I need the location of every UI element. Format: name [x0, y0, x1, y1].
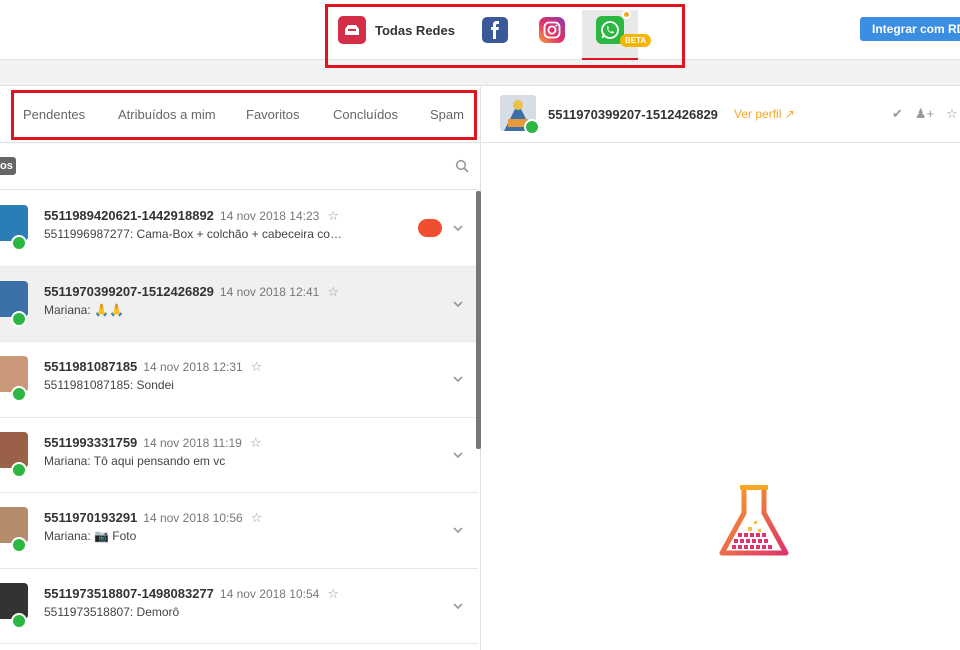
search-icon[interactable] [455, 159, 469, 173]
whatsapp-badge-icon [11, 461, 27, 478]
conversation-time: 14 nov 2018 11:19 [143, 435, 242, 450]
conversation-name: 5511973518807-1498083277 14 nov 2018 10:5… [44, 586, 339, 602]
last-message: Mariana: Tô aqui pensando em vc [44, 453, 226, 468]
conversation-time: 14 nov 2018 12:41 [219, 284, 320, 299]
instagram-icon [539, 17, 565, 43]
star-icon[interactable]: ☆ [327, 284, 339, 299]
whatsapp-badge-icon [11, 386, 27, 402]
conversation-row[interactable]: 5511973518807-1498083277 14 nov 2018 10:5… [0, 568, 478, 644]
conversation-title: 5511993331759 [44, 434, 138, 450]
check-icon[interactable]: ✔ [892, 106, 903, 122]
conversation-row[interactable]: 5511970399207-1512426829 14 nov 2018 12:4… [0, 266, 478, 342]
conversation-list: 5511989420621-1442918892 14 nov 2018 14:2… [0, 191, 478, 650]
star-icon[interactable]: ☆ [251, 359, 263, 374]
conversation-name: 5511981087185 14 nov 2018 12:31 ☆ [44, 359, 262, 375]
conversation-row[interactable]: 5511989420621-1442918892 14 nov 2018 14:2… [0, 191, 478, 267]
unread-indicator [418, 219, 442, 237]
last-message: Mariana: 📷 Foto [44, 529, 137, 543]
last-message: 5511973518807: Demorô [44, 604, 180, 619]
conversation-title: 5511970399207-1512426829 [44, 283, 214, 299]
star-icon[interactable]: ☆ [327, 208, 339, 223]
whatsapp-badge-icon [524, 119, 540, 135]
list-scrollbar[interactable] [476, 191, 481, 449]
top-bar: Todas Redes BETA Integrar com RD [0, 0, 960, 68]
instagram-tab[interactable] [539, 14, 565, 46]
filter-chip[interactable]: os [0, 157, 16, 175]
star-icon[interactable]: ☆ [327, 586, 339, 601]
tab-atribuidos[interactable]: Atribuídos a mim [118, 107, 216, 122]
all-networks-label: Todas Redes [375, 22, 455, 38]
conversation-header: 5511970399207-1512426829 Ver perfil ↗ ✔ … [482, 87, 960, 143]
conversation-name: 5511970193291 14 nov 2018 10:56 ☆ [44, 510, 262, 526]
chevron-down-icon[interactable] [452, 298, 464, 310]
integrate-rd-button[interactable]: Integrar com RD [860, 17, 960, 41]
chevron-down-icon[interactable] [452, 222, 464, 234]
view-profile-link[interactable]: Ver perfil ↗ [734, 107, 795, 121]
inbox-icon [338, 16, 366, 44]
chevron-down-icon[interactable] [452, 449, 464, 461]
tab-favoritos[interactable]: Favoritos [246, 107, 299, 122]
star-icon[interactable]: ☆ [250, 435, 262, 450]
conversation-time: 14 nov 2018 10:54 [219, 586, 320, 601]
conversation-time: 14 nov 2018 10:56 [143, 511, 243, 525]
last-message: 5511981087185: Sondei [44, 378, 174, 392]
chevron-down-icon[interactable] [452, 524, 464, 536]
tab-pendentes[interactable]: Pendentes [23, 107, 85, 122]
conversation-row[interactable]: 5511970193291 14 nov 2018 10:56 ☆ Mariana: … [0, 493, 478, 569]
conversation-row[interactable]: 5511993331759 14 nov 2018 11:19 ☆ Mariana: … [0, 417, 478, 493]
beta-badge: BETA [620, 34, 652, 47]
contact-name: 5511970399207-1512426829 [548, 107, 718, 122]
conversation-time: 14 nov 2018 12:31 [143, 360, 243, 374]
conversation-name: 5511993331759 14 nov 2018 11:19 ☆ [44, 435, 261, 451]
new-badge-dot [622, 10, 631, 19]
sub-header-bar [0, 60, 960, 86]
conversation-list-panel: Pendentes Atribuídos a mim Favoritos Con… [0, 87, 481, 650]
conversation-title: 5511970193291 [44, 510, 138, 525]
assign-user-icon[interactable]: ♟+ [915, 106, 934, 122]
status-tabs: Pendentes Atribuídos a mim Favoritos Con… [0, 87, 481, 143]
tab-concluidos[interactable]: Concluídos [333, 107, 398, 122]
conversation-title: 5511981087185 [44, 359, 138, 374]
conversation-name: 5511970399207-1512426829 14 nov 2018 12:4… [44, 284, 339, 300]
whatsapp-badge-icon [11, 310, 27, 327]
conversation-name: 5511989420621-1442918892 14 nov 2018 14:2… [44, 208, 339, 224]
conversation-title: 5511989420621-1442918892 [44, 208, 214, 223]
last-message: Mariana: 🙏🙏 [44, 302, 124, 317]
conversation-time: 14 nov 2018 14:23 [219, 209, 320, 223]
search-row: os [0, 144, 481, 190]
conversation-panel: 5511970399207-1512426829 Ver perfil ↗ ✔ … [482, 87, 960, 650]
whatsapp-badge-icon [11, 612, 27, 629]
external-link-icon: ↗ [784, 107, 795, 121]
tab-spam[interactable]: Spam [430, 107, 464, 122]
chevron-down-icon[interactable] [452, 373, 464, 385]
flask-logo-icon [719, 485, 789, 556]
last-message: 5511996987277: Cama-Box + colchão + cabe… [44, 227, 342, 241]
whatsapp-badge-icon [11, 235, 27, 251]
facebook-tab[interactable] [482, 14, 508, 46]
whatsapp-badge-icon [11, 537, 27, 553]
conversation-actions: ✔ ♟+ ☆ [892, 106, 958, 122]
conversation-row[interactable]: 5511981087185 14 nov 2018 12:31 ☆ 551198108… [0, 342, 478, 418]
all-networks-tab[interactable]: Todas Redes [338, 14, 455, 46]
facebook-icon [482, 17, 508, 43]
conversation-title: 5511973518807-1498083277 [44, 585, 214, 601]
star-icon[interactable]: ☆ [251, 510, 263, 525]
star-icon[interactable]: ☆ [946, 106, 958, 122]
chevron-down-icon[interactable] [452, 600, 464, 612]
